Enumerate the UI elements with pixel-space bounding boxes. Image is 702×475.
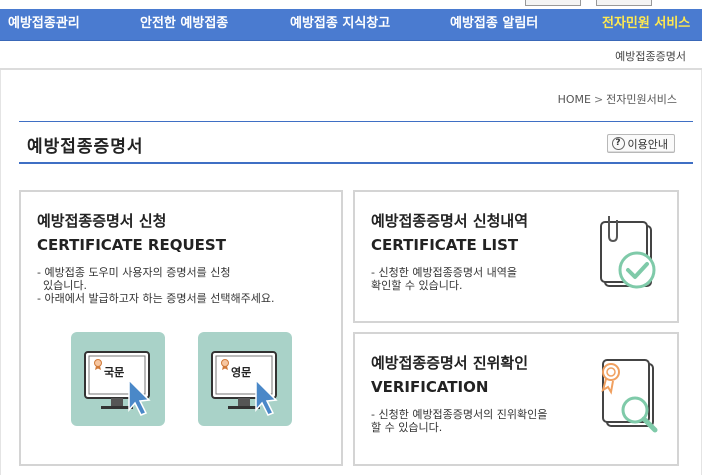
request-title-en: CERTIFICATE REQUEST <box>37 236 226 254</box>
nav-item-notice-board[interactable]: 예방접종 알림터 <box>450 9 538 41</box>
certificate-list-card[interactable]: 예방접종증명서 신청내역 CERTIFICATE LIST - 신청한 예방접종… <box>353 190 679 323</box>
sub-nav-item-certificate[interactable]: 예방접종증명서 <box>615 48 686 64</box>
breadcrumb: HOME > 전자민원서비스 <box>558 91 677 107</box>
list-title-en: CERTIFICATE LIST <box>371 236 519 254</box>
utility-button[interactable] <box>596 0 652 6</box>
verify-title-kr: 예방접종증명서 진위확인 <box>371 354 529 372</box>
verify-description: - 신청한 예방접종증명서의 진위확인을 할 수 있습니다. <box>371 408 547 434</box>
description-line: 확인할 수 있습니다. <box>371 279 463 292</box>
issue-english-button[interactable]: 영문 <box>198 332 292 426</box>
request-title-kr: 예방접종증명서 신청 <box>37 212 167 230</box>
description-line: - 신청한 예방접종증명서 내역을 <box>371 266 518 279</box>
issue-english-label: 영문 <box>231 366 252 379</box>
description-line: - 예방접종 도우미 사용자의 증명서를 신청 <box>37 266 231 279</box>
breadcrumb-section[interactable]: 전자민원서비스 <box>606 93 677 106</box>
issue-korean-button[interactable]: 국문 <box>71 332 165 426</box>
document-magnifier-icon <box>601 359 658 433</box>
help-button[interactable]: ? 이용안내 <box>606 134 675 153</box>
help-button-label: 이용안내 <box>627 137 668 151</box>
nav-item-knowledge-base[interactable]: 예방접종 지식창고 <box>290 9 390 41</box>
description-line: - 신청한 예방접종증명서의 진위확인을 <box>371 408 548 421</box>
description-line: 할 수 있습니다. <box>371 421 443 434</box>
top-utility-strip <box>0 0 702 9</box>
certificate-request-card: 예방접종증명서 신청 CERTIFICATE REQUEST - 예방접종 도우… <box>19 190 343 466</box>
page-title: 예방접종증명서 <box>27 137 144 157</box>
request-description: - 예방접종 도우미 사용자의 증명서를 신청 있습니다. - 아래에서 발급하… <box>37 266 274 305</box>
content-area: HOME > 전자민원서비스 예방접종증명서 ? 이용안내 예방접종증명서 신청 C… <box>0 70 702 475</box>
sub-nav: 예방접종증명서 <box>0 41 702 70</box>
description-line: 있습니다. <box>43 279 87 292</box>
main-nav: 예방접종관리 안전한 예방접종 예방접종 지식창고 예방접종 알림터 전자민원 … <box>0 9 702 41</box>
list-title-kr: 예방접종증명서 신청내역 <box>371 212 529 230</box>
document-check-icon <box>600 216 656 289</box>
nav-item-safe-vaccination[interactable]: 안전한 예방접종 <box>140 9 228 41</box>
description-line: - 아래에서 발급하고자 하는 증명서를 선택해주세요. <box>37 292 275 305</box>
issue-korean-label: 국문 <box>104 366 125 379</box>
question-circle-icon: ? <box>611 137 625 150</box>
certificate-verification-card[interactable]: 예방접종증명서 진위확인 VERIFICATION - 신청한 예방접종증명서의… <box>353 332 679 466</box>
nav-item-vaccination-management[interactable]: 예방접종관리 <box>8 9 80 41</box>
breadcrumb-home[interactable]: HOME <box>558 93 591 106</box>
page-title-bar: 예방접종증명서 ? 이용안내 <box>19 121 693 164</box>
breadcrumb-separator: > <box>593 93 604 106</box>
verify-title-en: VERIFICATION <box>371 378 489 396</box>
nav-item-e-civil-service[interactable]: 전자민원 서비스 <box>602 9 690 41</box>
utility-button[interactable] <box>525 0 581 6</box>
list-description: - 신청한 예방접종증명서 내역을 확인할 수 있습니다. <box>371 266 517 292</box>
